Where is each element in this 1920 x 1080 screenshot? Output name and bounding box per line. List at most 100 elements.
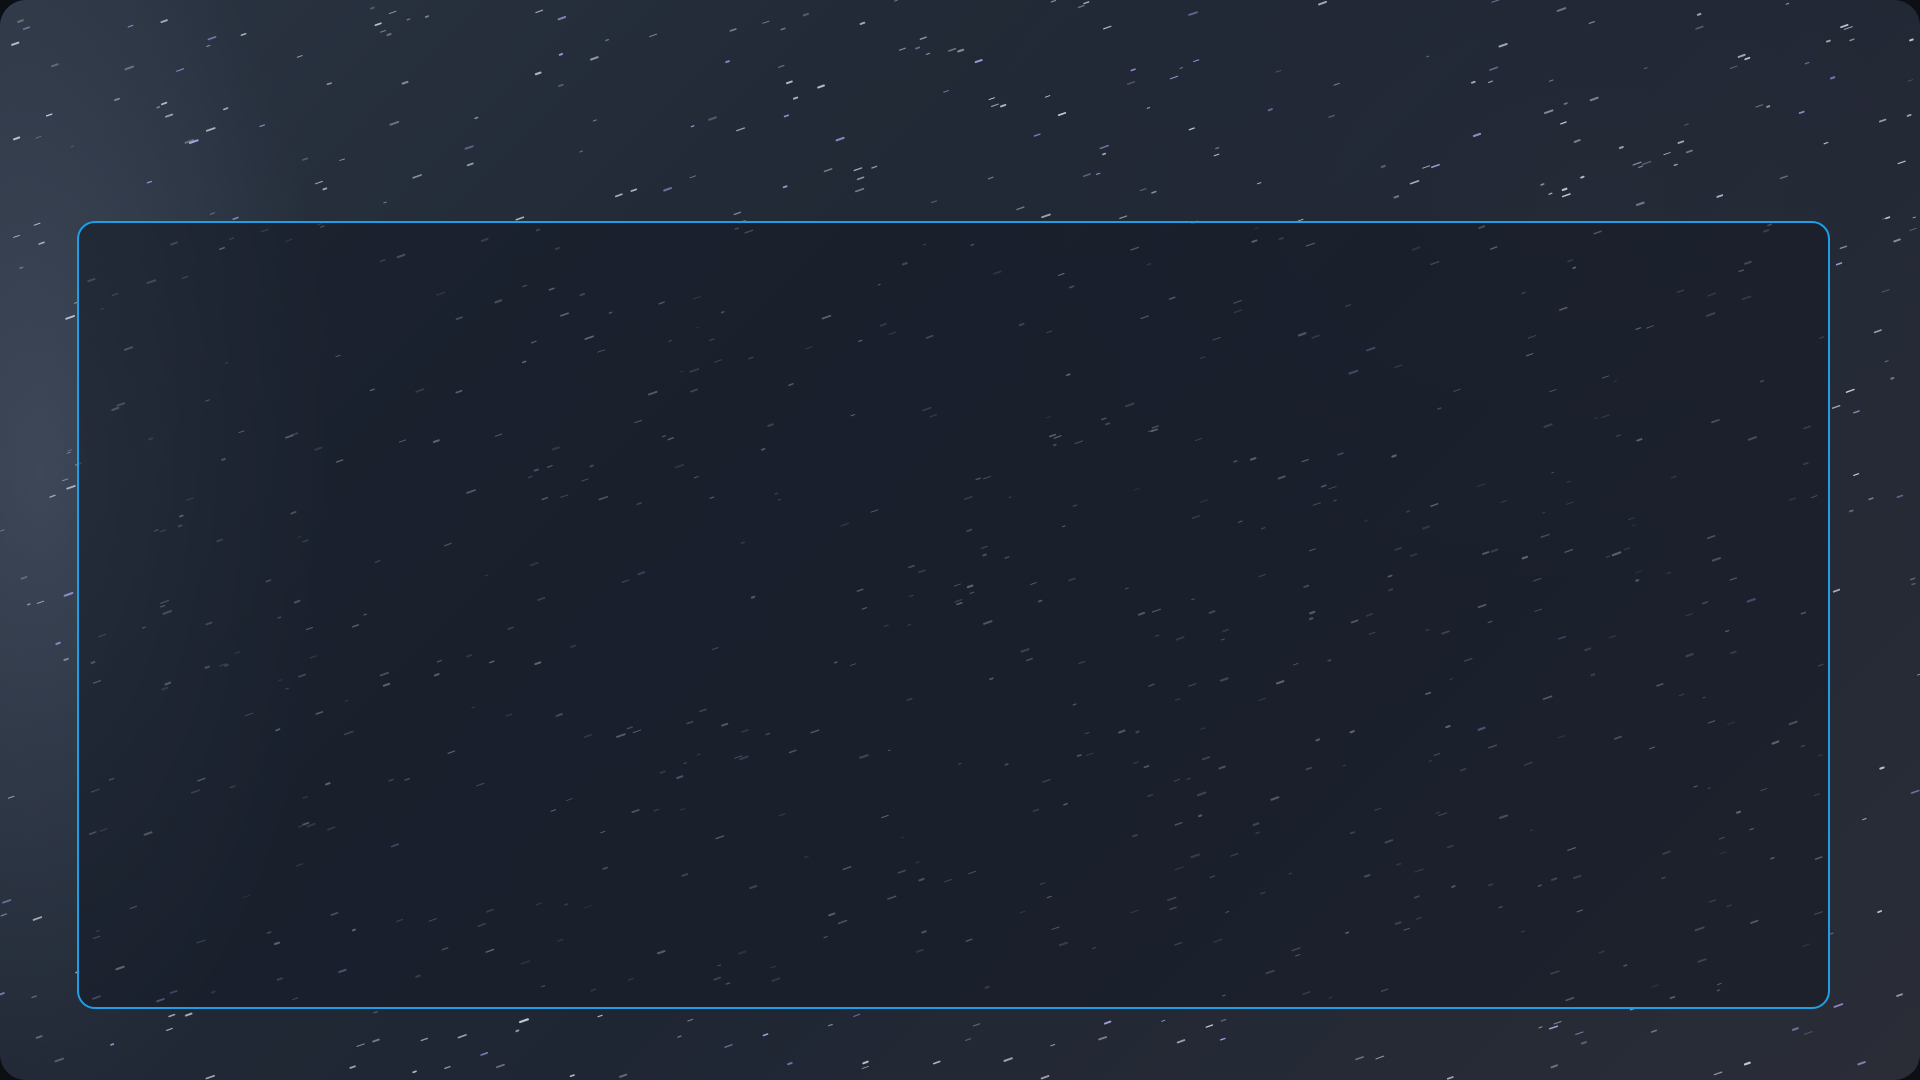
- star-streak: [62, 478, 69, 482]
- star-streak: [1119, 215, 1128, 219]
- star-streak: [0, 913, 7, 917]
- star-streak: [374, 22, 382, 27]
- star-streak: [11, 41, 20, 46]
- star-streak: [780, 27, 786, 31]
- star-streak: [32, 916, 43, 921]
- star-streak: [898, 47, 906, 51]
- star-streak: [1853, 473, 1860, 476]
- star-streak: [1487, 80, 1494, 84]
- star-streak: [1743, 1061, 1751, 1066]
- star-streak: [1016, 206, 1025, 211]
- star-streak: [689, 175, 697, 179]
- star-streak: [35, 135, 42, 139]
- star-streak: [156, 106, 161, 109]
- star-streak: [1561, 187, 1568, 192]
- star-streak: [22, 26, 31, 30]
- star-streak: [63, 591, 74, 597]
- star-streak: [579, 150, 583, 153]
- star-streak: [1857, 1061, 1866, 1066]
- star-streak: [690, 125, 695, 128]
- star-streak: [110, 1043, 115, 1046]
- star-streak: [1641, 160, 1652, 166]
- star-streak: [948, 47, 957, 52]
- star-streak: [1909, 227, 1917, 232]
- star-streak: [932, 1060, 941, 1065]
- star-streak: [67, 449, 73, 452]
- star-streak: [1489, 66, 1499, 71]
- star-streak: [1839, 245, 1848, 250]
- star-streak: [1556, 7, 1567, 12]
- star-streak: [388, 10, 397, 15]
- star-streak: [859, 21, 866, 25]
- star-streak: [1638, 165, 1644, 169]
- star-streak: [2, 899, 12, 904]
- star-streak: [919, 36, 927, 40]
- star-streak: [677, 1035, 682, 1038]
- star-streak: [401, 80, 409, 85]
- star-streak: [1803, 1031, 1813, 1035]
- star-streak: [66, 485, 76, 490]
- star-streak: [515, 216, 525, 221]
- star-streak: [1896, 993, 1903, 997]
- star-streak: [783, 114, 790, 118]
- star-streak: [373, 1010, 378, 1014]
- star-streak: [20, 576, 28, 580]
- star-streak: [1103, 25, 1112, 30]
- star-streak: [925, 52, 931, 56]
- star-streak: [1256, 182, 1262, 185]
- star-streak: [1849, 38, 1855, 42]
- star-streak: [466, 162, 474, 167]
- star-streak: [1684, 123, 1689, 126]
- star-streak: [931, 200, 938, 204]
- star-streak: [314, 180, 323, 185]
- star-streak: [1548, 79, 1554, 82]
- star-streak: [1550, 1064, 1559, 1069]
- star-streak: [1696, 12, 1702, 16]
- star-streak: [65, 315, 76, 320]
- star-streak: [619, 1073, 628, 1078]
- star-streak: [708, 116, 717, 121]
- star-streak: [987, 176, 994, 180]
- star-streak: [369, 6, 375, 10]
- star-streak: [1003, 1057, 1013, 1062]
- star-streak: [1151, 190, 1157, 194]
- star-streak: [55, 641, 61, 646]
- star-streak: [146, 180, 153, 184]
- star-streak: [49, 494, 56, 498]
- star-streak: [1077, 4, 1085, 9]
- star-streak: [1498, 43, 1508, 48]
- star-streak: [1882, 217, 1886, 220]
- star-streak: [13, 234, 20, 238]
- star-streak: [386, 32, 392, 37]
- star-streak: [1355, 1056, 1364, 1061]
- star-streak: [66, 451, 71, 454]
- star-streak: [1779, 175, 1788, 180]
- star-streak: [1098, 1036, 1107, 1041]
- star-streak: [1909, 38, 1914, 42]
- star-streak: [259, 124, 265, 127]
- star-streak: [1057, 112, 1067, 117]
- star-streak: [1878, 118, 1887, 123]
- star-streak: [1328, 114, 1335, 118]
- star-streak: [862, 1060, 869, 1065]
- star-streak: [1050, 1043, 1056, 1047]
- star-streak: [1843, 26, 1853, 30]
- star-streak: [63, 657, 69, 662]
- star-streak: [965, 1038, 972, 1041]
- star-streak: [205, 127, 216, 132]
- star-streak: [209, 212, 216, 215]
- star-streak: [854, 187, 865, 193]
- star-streak: [1830, 76, 1836, 80]
- star-streak: [1580, 1041, 1587, 1045]
- star-streak: [1896, 494, 1904, 499]
- star-streak: [787, 1061, 793, 1066]
- star-streak: [70, 145, 75, 148]
- star-streak: [464, 145, 474, 150]
- star-streak: [1215, 146, 1220, 150]
- star-streak: [1575, 1031, 1584, 1036]
- star-streak: [1849, 509, 1854, 513]
- star-streak: [1831, 404, 1841, 409]
- star-streak: [19, 266, 24, 270]
- star-streak: [232, 216, 239, 221]
- star-streak: [1833, 1003, 1844, 1008]
